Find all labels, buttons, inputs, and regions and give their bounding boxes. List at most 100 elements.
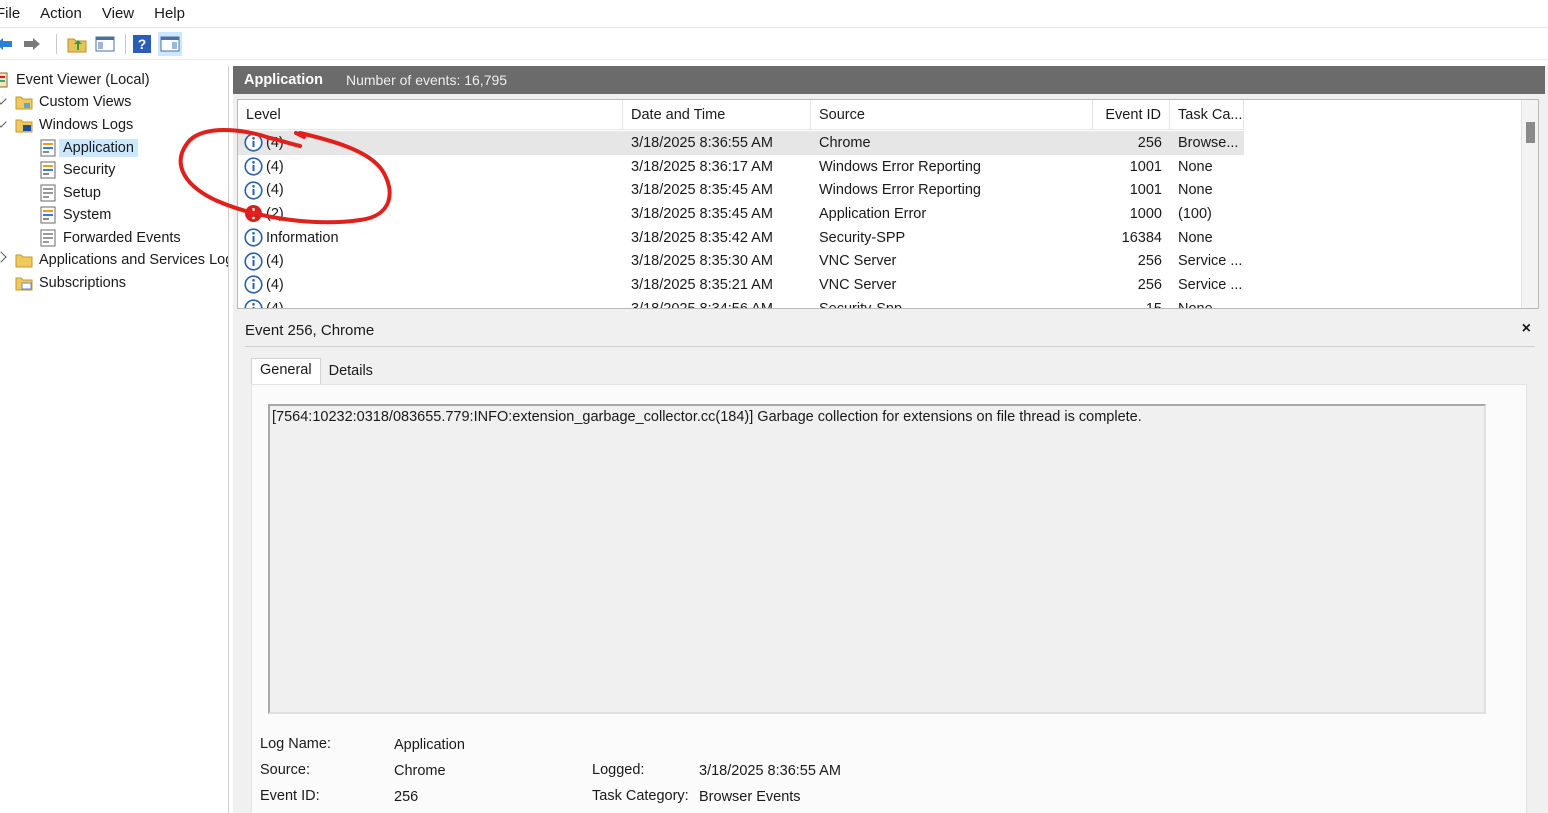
grid-scrollbar[interactable] xyxy=(1521,100,1538,308)
tree-apps-services[interactable]: Applications and Services Logs xyxy=(15,249,228,271)
detail-title: Event 256, Chrome xyxy=(245,322,375,339)
tab-general[interactable]: General xyxy=(251,358,321,384)
cell-event-id: 256 xyxy=(1137,253,1162,270)
tree-windows-logs[interactable]: Windows Logs xyxy=(15,114,133,136)
info-icon xyxy=(244,133,263,152)
table-row[interactable]: (4) 3/18/2025 8:34:56 AM Security-Spp 15 Non… xyxy=(238,297,1244,309)
collapse-chevron-icon[interactable] xyxy=(0,116,7,128)
cell-event-id: 1001 xyxy=(1129,158,1162,175)
level-text: (2) xyxy=(266,205,284,222)
tree-system[interactable]: System xyxy=(39,204,111,226)
menu-file[interactable]: File xyxy=(0,5,30,22)
col-date[interactable]: Date and Time xyxy=(623,100,811,130)
info-icon xyxy=(244,252,263,271)
tab-details[interactable]: Details xyxy=(321,358,381,384)
toolbar-separator xyxy=(56,33,57,54)
cell-date: 3/18/2025 8:36:17 AM xyxy=(631,158,773,175)
menu-help[interactable]: Help xyxy=(144,5,195,22)
table-row[interactable]: (4) 3/18/2025 8:35:30 AM VNC Server 256 Serv… xyxy=(238,249,1244,273)
back-arrow-icon[interactable] xyxy=(0,32,16,56)
tree-custom-views[interactable]: Custom Views xyxy=(15,91,131,113)
logged-label: Logged: xyxy=(592,762,645,778)
grid-header: Level Date and Time Source Event ID Task… xyxy=(238,100,1244,130)
level-text: (4) xyxy=(266,182,284,199)
general-tab-body: [7564:10232:0318/083655.779:INFO:extensi… xyxy=(251,384,1527,813)
error-icon xyxy=(244,204,263,223)
cell-level: Information xyxy=(238,228,623,247)
menu-view[interactable]: View xyxy=(92,5,144,22)
console-tree: Event Viewer (Local) Custom Views Window… xyxy=(0,66,229,813)
level-text: Information xyxy=(266,229,339,246)
cell-task-category: None xyxy=(1178,182,1213,199)
tree-application[interactable]: Application xyxy=(39,137,138,159)
log-icon xyxy=(39,229,57,247)
cell-task-category: Service ... xyxy=(1178,276,1243,293)
task-category-value: Browser Events xyxy=(699,789,801,805)
col-event-id[interactable]: Event ID xyxy=(1093,100,1170,130)
event-viewer-icon xyxy=(0,71,10,89)
level-text: (4) xyxy=(266,276,284,293)
scroll-thumb[interactable] xyxy=(1526,122,1535,143)
cell-source: VNC Server xyxy=(819,253,897,270)
tree-security-label: Security xyxy=(63,162,116,178)
log-icon xyxy=(39,161,57,179)
cell-event-id: 16384 xyxy=(1121,229,1162,246)
tree-system-label: System xyxy=(63,207,112,223)
log-icon xyxy=(39,139,57,157)
cell-level: (4) xyxy=(238,133,623,152)
folder-icon xyxy=(15,251,33,269)
toolbar-separator-2 xyxy=(125,33,126,54)
close-icon[interactable]: × xyxy=(1522,320,1531,338)
folder-icon xyxy=(15,116,33,134)
tree-setup[interactable]: Setup xyxy=(39,182,101,204)
col-task-category[interactable]: Task Ca... xyxy=(1170,100,1244,130)
cell-date: 3/18/2025 8:34:56 AM xyxy=(631,300,773,309)
detail-tabs: General Details xyxy=(251,358,381,384)
logged-value: 3/18/2025 8:36:55 AM xyxy=(699,763,841,779)
source-label: Source: xyxy=(260,762,310,778)
action-pane-icon[interactable] xyxy=(158,31,182,56)
tree-subscriptions[interactable]: Subscriptions xyxy=(15,272,126,294)
log-icon xyxy=(39,206,57,224)
log-name-value: Application xyxy=(394,737,465,753)
cell-date: 3/18/2025 8:35:45 AM xyxy=(631,205,773,222)
cell-event-id: 1001 xyxy=(1129,182,1162,199)
cell-task-category: Browse... xyxy=(1178,134,1239,151)
level-text: (4) xyxy=(266,253,284,270)
collapse-chevron-icon[interactable] xyxy=(0,93,7,105)
cell-source: Security-SPP xyxy=(819,229,906,246)
col-level[interactable]: Level xyxy=(238,100,623,130)
up-folder-icon[interactable] xyxy=(65,32,89,56)
cell-source: Application Error xyxy=(819,205,927,222)
tree-windows-logs-label: Windows Logs xyxy=(39,117,134,133)
cell-source: Windows Error Reporting xyxy=(819,182,981,199)
event-detail-pane: Event 256, Chrome × General Details [756… xyxy=(237,316,1539,813)
table-row[interactable]: (2) 3/18/2025 8:35:45 AM Application Error… xyxy=(238,202,1244,226)
cell-event-id: 256 xyxy=(1137,276,1162,293)
log-title: Application xyxy=(244,72,323,88)
info-icon xyxy=(244,299,263,308)
table-row[interactable]: Information 3/18/2025 8:35:42 AM Security-… xyxy=(238,226,1244,250)
expand-chevron-icon[interactable] xyxy=(0,251,7,263)
tree-root[interactable]: Event Viewer (Local) xyxy=(0,69,150,91)
forward-arrow-icon[interactable] xyxy=(20,32,44,56)
show-hide-tree-icon[interactable] xyxy=(93,32,117,56)
tree-application-label: Application xyxy=(59,139,138,157)
info-icon xyxy=(244,157,263,176)
col-source[interactable]: Source xyxy=(811,100,1093,130)
menu-action[interactable]: Action xyxy=(30,5,92,22)
help-icon[interactable]: ? xyxy=(130,32,154,56)
table-row[interactable]: (4) 3/18/2025 8:35:45 AM Windows Error Rep… xyxy=(238,178,1244,202)
tree-custom-views-label: Custom Views xyxy=(39,94,132,110)
level-text: (4) xyxy=(266,158,284,175)
tree-security[interactable]: Security xyxy=(39,159,115,181)
info-icon xyxy=(244,181,263,200)
event-message[interactable]: [7564:10232:0318/083655.779:INFO:extensi… xyxy=(268,404,1486,714)
table-row[interactable]: (4) 3/18/2025 8:35:21 AM VNC Server 256 Serv… xyxy=(238,273,1244,297)
folder-icon xyxy=(15,93,33,111)
table-row[interactable]: (4) 3/18/2025 8:36:17 AM Windows Error Rep… xyxy=(238,155,1244,179)
cell-level: (4) xyxy=(238,299,623,308)
table-row[interactable]: (4) 3/18/2025 8:36:55 AM Chrome 256 Browse..… xyxy=(238,131,1244,155)
cell-date: 3/18/2025 8:35:45 AM xyxy=(631,182,773,199)
tree-forwarded-events[interactable]: Forwarded Events xyxy=(39,227,181,249)
